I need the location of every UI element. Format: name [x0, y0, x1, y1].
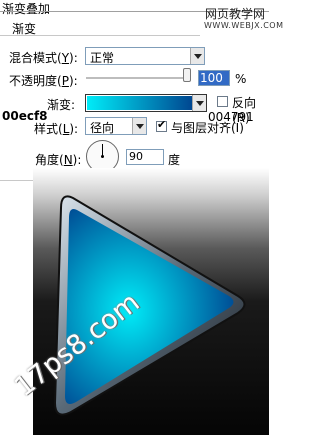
align-with-layer-label[interactable]: 与图层对齐(I)	[171, 119, 244, 136]
blend-mode-label-end: ):	[69, 51, 78, 65]
angle-dial-center	[101, 155, 104, 158]
style-label: 样式(L):	[34, 120, 78, 137]
opacity-label-text: 不透明度(	[9, 74, 62, 88]
triangle-face	[65, 209, 234, 404]
blend-mode-label: 混合模式(Y):	[9, 49, 78, 66]
chevron-down-icon[interactable]	[190, 48, 204, 64]
opacity-label-end: ):	[68, 74, 78, 88]
align-with-layer-checkbox[interactable]: ✔	[156, 118, 167, 132]
blend-mode-value: 正常	[90, 51, 115, 65]
play-triangle-icon	[53, 195, 246, 416]
chevron-down-icon[interactable]	[132, 118, 146, 134]
style-label-text: 样式(	[34, 122, 63, 136]
blend-mode-select[interactable]: 正常	[85, 47, 205, 65]
style-value: 径向	[90, 121, 115, 135]
opacity-slider-thumb[interactable]	[183, 68, 191, 82]
opacity-slider-track[interactable]	[86, 77, 190, 80]
group-divider	[0, 35, 200, 36]
reverse-checkbox[interactable]	[217, 96, 228, 107]
blend-mode-label-text: 混合模式(	[9, 51, 62, 65]
checkmark-icon: ✔	[157, 118, 167, 131]
chevron-down-icon[interactable]	[192, 95, 206, 111]
section-title: 渐变叠加	[2, 2, 51, 16]
angle-label-end: ):	[72, 153, 82, 167]
angle-unit: 度	[168, 153, 181, 167]
style-label-end: ):	[69, 122, 79, 136]
angle-hotkey: N	[63, 153, 73, 167]
site-watermark: 网页教学网	[205, 7, 266, 21]
opacity-input[interactable]: 100	[198, 70, 230, 86]
opacity-unit: %	[235, 72, 247, 86]
style-select[interactable]: 径向	[85, 117, 147, 135]
gradient-picker[interactable]	[85, 94, 207, 112]
angle-input[interactable]: 90	[126, 149, 164, 165]
angle-label-text: 角度(	[35, 153, 64, 167]
opacity-label: 不透明度(P):	[9, 72, 78, 89]
gradient-label: 渐变:	[47, 98, 76, 112]
site-watermark-url: WWW.WEBJX.COM	[204, 21, 284, 30]
blend-mode-hotkey: Y	[61, 51, 70, 65]
angle-label: 角度(N):	[35, 151, 81, 168]
opacity-hotkey: P	[61, 74, 69, 88]
gradient-preview-bar[interactable]	[87, 96, 192, 110]
preview-image	[33, 168, 269, 435]
